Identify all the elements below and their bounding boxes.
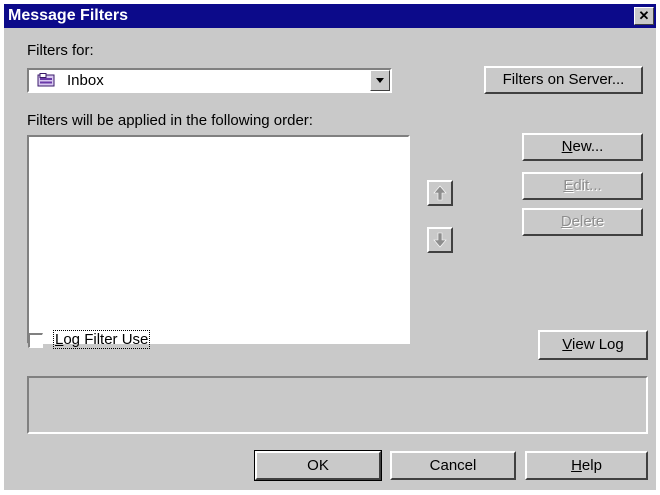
move-up-button[interactable] (427, 180, 453, 206)
help-mnemonic: H (571, 457, 582, 474)
edit-filter-button[interactable]: Edit... (522, 172, 643, 200)
filters-for-label: Filters for: (27, 42, 94, 59)
window-title: Message Filters (8, 7, 129, 24)
new-filter-button[interactable]: New... (522, 133, 643, 161)
dropdown-arrow-button[interactable] (370, 70, 390, 91)
edit-label: dit... (573, 177, 602, 194)
filters-on-server-button[interactable]: Filters on Server... (484, 66, 643, 94)
close-button[interactable]: ✕ (634, 7, 654, 25)
cancel-button[interactable]: Cancel (390, 451, 516, 480)
dialog-body: Filters for: Inbox Filters on Server... … (4, 28, 656, 490)
selected-folder: Inbox (67, 72, 104, 89)
folder-select[interactable]: Inbox (27, 68, 392, 93)
new-mnemonic: N (561, 138, 573, 155)
ok-button[interactable]: OK (254, 450, 382, 481)
arrow-up-icon (433, 185, 447, 201)
close-icon: ✕ (638, 8, 650, 23)
title-bar[interactable]: Message Filters ✕ (4, 4, 656, 28)
filter-list[interactable] (27, 135, 410, 344)
help-button[interactable]: Help (525, 451, 648, 480)
order-label: Filters will be applied in the following… (27, 112, 313, 129)
view-log-mnemonic: V (562, 336, 573, 353)
view-log-label: iew Log (572, 336, 624, 353)
help-label: elp (581, 457, 602, 474)
log-label-text: og Filter Use (63, 331, 149, 348)
inbox-folder-icon (37, 73, 55, 87)
status-area (27, 376, 648, 434)
delete-filter-button[interactable]: Delete (522, 208, 643, 236)
message-filters-dialog: Message Filters ✕ Filters for: Inbox Fil… (0, 0, 660, 495)
edit-mnemonic: E (563, 177, 574, 194)
log-filter-label[interactable]: Log Filter Use (52, 330, 151, 349)
delete-label: elete (571, 213, 605, 230)
new-label: ew... (572, 138, 604, 155)
view-log-button[interactable]: View Log (538, 330, 648, 360)
move-down-button[interactable] (427, 227, 453, 253)
delete-mnemonic: D (560, 213, 572, 230)
log-filter-checkbox[interactable] (28, 333, 43, 348)
arrow-down-icon (433, 232, 447, 248)
